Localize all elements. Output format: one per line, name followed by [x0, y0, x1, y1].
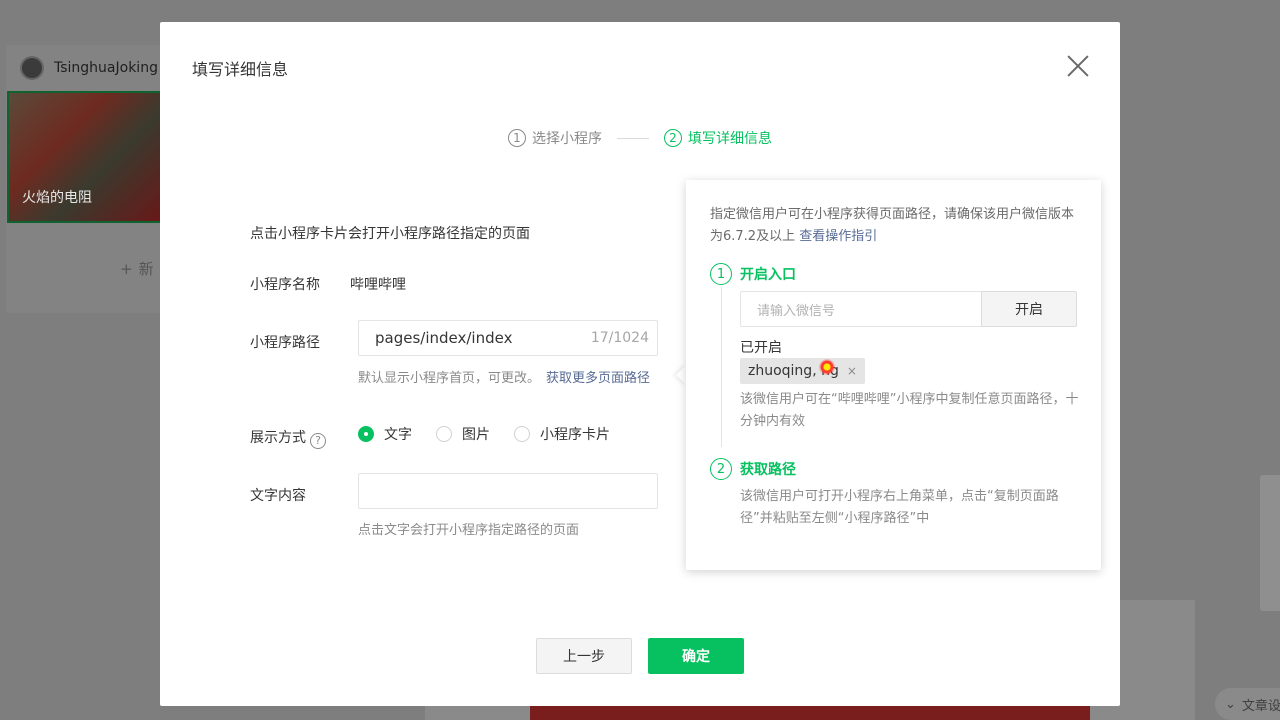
popover-intro: 指定微信用户可在小程序获得页面路径，请确保该用户微信版本为6.7.2及以上 查看…	[710, 204, 1080, 248]
step-indicator: 1 选择小程序 2 填写详细信息	[508, 128, 772, 148]
path-input-value: pages/index/index	[375, 329, 513, 347]
confirm-button[interactable]: 确定	[648, 638, 744, 674]
text-content-label: 文字内容	[250, 488, 306, 504]
get-more-paths-link[interactable]: 获取更多页面路径	[546, 371, 650, 386]
mini-program-path-label: 小程序路径	[250, 335, 320, 351]
wechat-id-placeholder: 请输入微信号	[757, 303, 836, 319]
step-2-note: 该微信用户可打开小程序右上角菜单，点击“复制页面路径”并粘贴至左侧“小程序路径”…	[740, 489, 1059, 526]
opened-label: 已开启	[740, 340, 782, 356]
get-path-popover: 指定微信用户可在小程序获得页面路径，请确保该用户微信版本为6.7.2及以上 查看…	[686, 180, 1101, 570]
path-tip-text: 默认显示小程序首页，可更改。	[358, 371, 541, 386]
step-number: 2	[664, 129, 682, 147]
help-icon[interactable]: ?	[310, 432, 326, 449]
radio-button[interactable]	[358, 426, 374, 442]
radio-mini-program-card[interactable]: 小程序卡片	[514, 424, 610, 444]
step-title: 开启入口	[740, 267, 796, 283]
radio-button[interactable]	[436, 426, 452, 442]
mini-program-name-label: 小程序名称	[250, 277, 320, 293]
step-select-mini-program: 1 选择小程序	[508, 128, 602, 148]
step-divider	[617, 137, 649, 139]
chevron-down-icon: ⌄	[1225, 696, 1236, 712]
radio-image[interactable]: 图片	[436, 424, 490, 444]
step-fill-details: 2 填写详细信息	[664, 128, 772, 148]
side-tooltip	[1260, 475, 1280, 611]
radio-label: 图片	[462, 427, 490, 443]
step-number: 1	[710, 263, 732, 285]
popover-intro-text: 指定微信用户可在小程序获得页面路径，请确保该用户微信版本为6.7.2及以上	[710, 207, 1075, 244]
radio-label: 文字	[384, 427, 412, 443]
display-mode-text: 展示方式	[250, 430, 306, 446]
step-1-note: 该微信用户可在“哔哩哔哩”小程序中复制任意页面路径，十分钟内有效	[740, 392, 1079, 429]
display-mode-radio-group: 文字 图片 小程序卡片	[358, 424, 610, 444]
step-label: 填写详细信息	[688, 131, 772, 147]
avatar	[20, 56, 44, 80]
mini-program-name-value: 哔哩哔哩	[350, 277, 406, 293]
popover-step-2: 2 获取路径	[710, 458, 796, 480]
remove-tag-icon[interactable]: ×	[847, 364, 857, 378]
step-connector	[721, 287, 722, 447]
article-settings-label: 文章设	[1241, 698, 1280, 714]
step-number: 1	[508, 129, 526, 147]
radio-text[interactable]: 文字	[358, 424, 412, 444]
text-content-tip: 点击文字会打开小程序指定路径的页面	[358, 523, 580, 538]
article-settings-toggle: ⌄ 文章设	[1215, 688, 1280, 720]
text-content-input[interactable]	[358, 473, 658, 509]
popover-step-1: 1 开启入口	[710, 263, 796, 285]
step-number: 2	[710, 458, 732, 480]
add-label: 新	[138, 260, 154, 278]
step-title: 获取路径	[740, 462, 796, 478]
step-label: 选择小程序	[532, 131, 602, 147]
path-char-counter: 17/1024	[590, 330, 649, 346]
radio-label: 小程序卡片	[540, 427, 610, 443]
opened-user-tag: zhuoqing, ng ×	[740, 358, 865, 384]
radio-button[interactable]	[514, 426, 530, 442]
display-mode-label: 展示方式?	[250, 427, 326, 449]
mouse-cursor-highlight	[819, 359, 835, 375]
view-guide-link[interactable]: 查看操作指引	[799, 229, 877, 244]
wechat-id-input[interactable]: 请输入微信号	[740, 291, 981, 327]
article-list-header: TsinghuaJoking	[20, 56, 158, 80]
mini-program-path-input[interactable]: pages/index/index 17/1024	[358, 320, 658, 356]
path-tip: 默认显示小程序首页，可更改。 获取更多页面路径	[358, 367, 650, 386]
dialog-title: 填写详细信息	[192, 60, 289, 79]
article-title: 火焰的电阻	[22, 190, 92, 206]
previous-step-button[interactable]: 上一步	[536, 638, 632, 674]
username: TsinghuaJoking	[54, 60, 158, 76]
dialog-description: 点击小程序卡片会打开小程序路径指定的页面	[250, 226, 530, 242]
plus-icon: +	[120, 259, 133, 278]
enable-button[interactable]: 开启	[981, 291, 1077, 327]
close-icon[interactable]	[1066, 54, 1090, 78]
add-article-button: + 新	[120, 258, 154, 279]
